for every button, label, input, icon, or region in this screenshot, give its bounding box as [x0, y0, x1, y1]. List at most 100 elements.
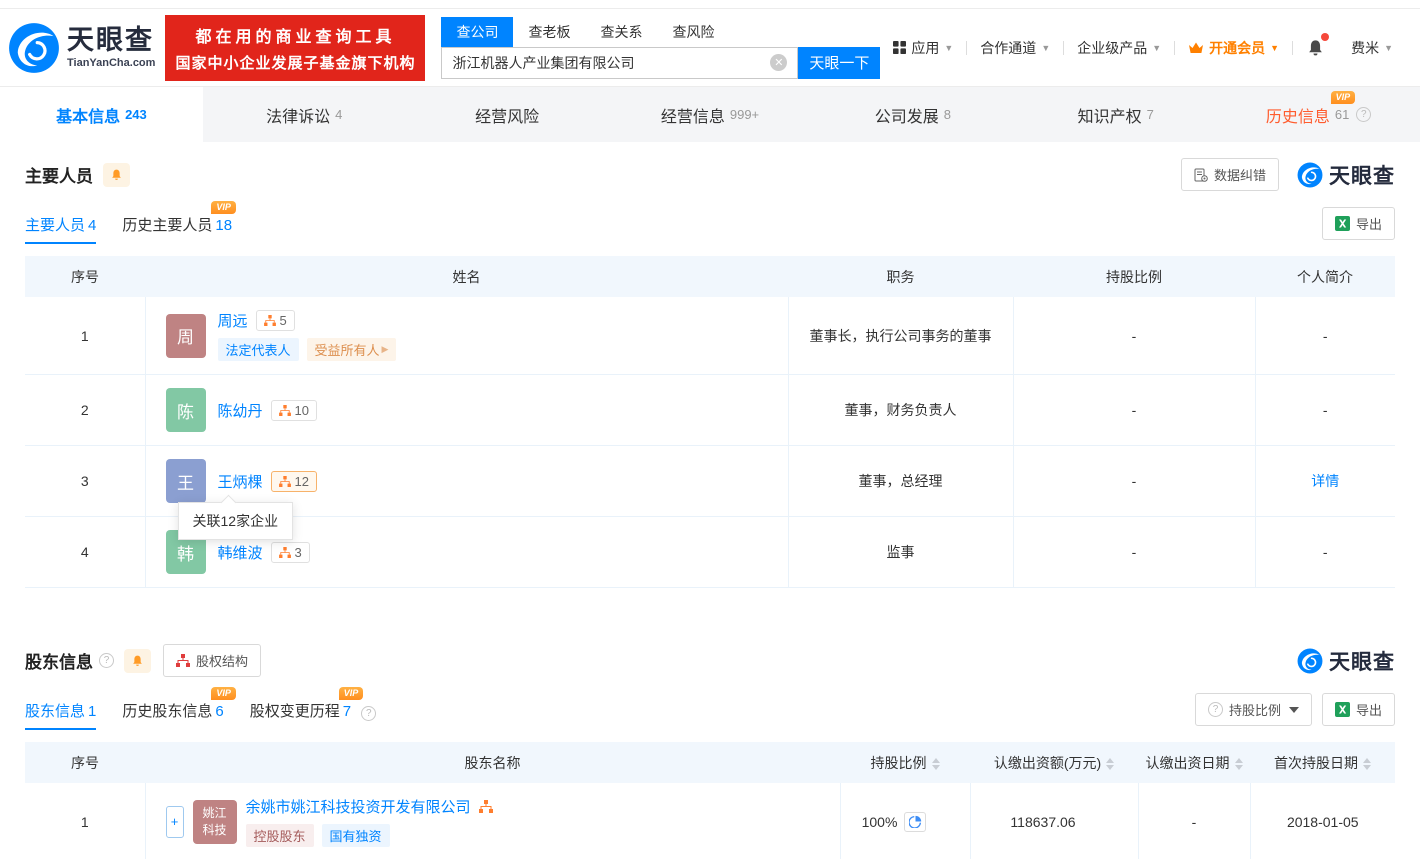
- avatar-line2: 科技: [202, 822, 227, 837]
- tab-label: 知识产权: [1077, 108, 1142, 126]
- search-tab-relation[interactable]: 查关系: [585, 17, 657, 47]
- help-icon[interactable]: ?: [99, 653, 114, 668]
- staff-subscribe-bell[interactable]: [103, 162, 130, 187]
- related-companies-badge[interactable]: 10: [270, 399, 317, 421]
- search-button[interactable]: 天眼一下: [798, 46, 881, 79]
- row-no: 2: [25, 374, 146, 446]
- col-name: 姓名: [145, 256, 788, 297]
- detail-link[interactable]: 详情: [1311, 473, 1339, 489]
- nav-enterprise[interactable]: 企业级产品 ▼: [1064, 38, 1174, 58]
- job-cell: 监事: [788, 516, 1014, 588]
- bell-icon: [1309, 40, 1322, 56]
- person-name-link[interactable]: 韩维波: [218, 542, 263, 563]
- tab-history-info[interactable]: VIP 历史信息 61 ?: [1217, 87, 1420, 142]
- nav-apps[interactable]: 应用 ▼: [880, 38, 966, 58]
- subtab-history-staff[interactable]: 历史主要人员 VIP 18: [122, 201, 236, 244]
- tab-label: 经营风险: [475, 108, 540, 126]
- top-nav: 应用 ▼ 合作通道 ▼ 企业级产品 ▼ 开通会员 ▼ 费米 ▼: [880, 33, 1406, 58]
- help-icon[interactable]: ?: [361, 706, 377, 721]
- search-input[interactable]: [442, 47, 798, 78]
- nav-partner[interactable]: 合作通道 ▼: [967, 38, 1063, 58]
- subtab-current-shareholders[interactable]: 股东信息 1: [25, 700, 97, 730]
- staff-title: 主要人员: [25, 167, 93, 186]
- nav-open-vip[interactable]: 开通会员 ▼: [1175, 38, 1292, 58]
- col-ratio-sortable[interactable]: 持股比例: [840, 742, 970, 783]
- search-tab-company[interactable]: 查公司: [441, 16, 514, 47]
- help-icon: ?: [1207, 702, 1223, 717]
- subtab-count: 4: [88, 217, 97, 234]
- search-tab-risk[interactable]: 查风险: [657, 17, 729, 47]
- equity-structure-icon[interactable]: [478, 800, 493, 813]
- data-correction-button[interactable]: 数据纠错: [1180, 158, 1279, 191]
- vip-badge: VIP: [338, 687, 364, 701]
- tab-label: 法律诉讼: [266, 108, 331, 126]
- shareholder-name-link[interactable]: 余姚市姚江科技投资开发有限公司: [246, 796, 471, 817]
- subtab-label: 历史股东信息: [122, 703, 213, 720]
- tab-company-development[interactable]: 公司发展 8: [811, 87, 1014, 142]
- tianyancha-logo[interactable]: 天眼查 TianYanCha.com: [8, 22, 155, 74]
- col-no: 序号: [25, 742, 145, 783]
- first-holding-date: 2018-01-05: [1250, 783, 1395, 859]
- company-avatar[interactable]: 姚江 科技: [192, 799, 237, 844]
- subtab-equity-change-history[interactable]: 股权变更历程 VIP 7 ?: [250, 687, 377, 730]
- tianyancha-swirl-icon: [9, 22, 59, 73]
- person-name-link[interactable]: 陈幼丹: [218, 400, 263, 421]
- col-subscribed-amount-sortable[interactable]: 认缴出资额(万元): [970, 742, 1138, 783]
- nav-apps-label: 应用: [911, 39, 940, 56]
- avatar-line1: 姚江: [202, 805, 227, 820]
- col-first-holding-date-sortable[interactable]: 首次持股日期: [1250, 742, 1395, 783]
- equity-structure-button[interactable]: 股权结构: [163, 644, 262, 677]
- beneficiary-tag[interactable]: 受益所有人 ▶: [306, 338, 397, 361]
- tab-operating-info[interactable]: 经营信息 999+: [609, 87, 812, 142]
- related-companies-badge[interactable]: 12: [270, 470, 317, 492]
- help-icon[interactable]: ?: [1356, 107, 1372, 122]
- col-profile: 个人简介: [1255, 256, 1395, 297]
- shareholder-export-button[interactable]: 导出: [1321, 693, 1395, 726]
- col-ratio: 持股比例: [1013, 256, 1255, 297]
- ratio-cell: -: [1013, 445, 1256, 517]
- person-name-link[interactable]: 周远: [218, 310, 248, 331]
- nav-user[interactable]: 费米 ▼: [1338, 38, 1406, 58]
- data-correction-icon: [1194, 168, 1208, 182]
- shareholder-subscribe-bell[interactable]: [124, 648, 151, 673]
- promo-line2: 国家中小企业发展子基金旗下机构: [175, 54, 416, 72]
- chevron-down-icon: ▼: [944, 42, 954, 53]
- related-company-icon: [263, 315, 276, 326]
- shareholder-title: 股东信息: [25, 653, 93, 672]
- subtab-count: VIP 6: [211, 687, 236, 720]
- table-row: 3 王 王炳棵 12 关联12家企业 董事，总经理 - 详情: [25, 445, 1395, 540]
- ratio-filter-button[interactable]: ? 持股比例: [1194, 693, 1312, 726]
- tab-basic-info[interactable]: 基本信息 243: [0, 87, 203, 142]
- related-companies-badge[interactable]: 3: [270, 541, 310, 563]
- col-subscribed-date-sortable[interactable]: 认缴出资日期: [1138, 742, 1250, 783]
- person-name-link[interactable]: 王炳棵: [218, 471, 263, 492]
- ratio-filter-label: 持股比例: [1228, 703, 1281, 718]
- tab-label: 基本信息: [56, 108, 121, 126]
- avatar[interactable]: 王: [165, 459, 206, 503]
- staff-sub-tabs: 主要人员 4 历史主要人员 VIP 18: [25, 201, 236, 244]
- subtab-history-shareholders[interactable]: 历史股东信息 VIP 6: [122, 687, 236, 730]
- tianyancha-swirl-icon: [1297, 648, 1323, 673]
- staff-export-button[interactable]: 导出: [1321, 207, 1395, 240]
- staff-table-header-row: 序号 姓名 职务 持股比例 个人简介: [25, 256, 1395, 297]
- avatar[interactable]: 周: [165, 313, 206, 358]
- avatar[interactable]: 陈: [165, 388, 206, 432]
- chevron-down-icon: [1288, 706, 1299, 713]
- tab-legal[interactable]: 法律诉讼 4: [203, 87, 406, 142]
- subtab-label: 主要人员: [25, 217, 86, 234]
- profile-cell: -: [1255, 374, 1395, 446]
- expand-button[interactable]: +: [165, 805, 184, 838]
- row-no: 1: [25, 297, 146, 375]
- pie-chart-icon[interactable]: [904, 811, 927, 832]
- excel-icon: [1334, 702, 1350, 717]
- tab-count: 61: [1334, 107, 1350, 122]
- tab-intellectual-property[interactable]: 知识产权 7: [1014, 87, 1217, 142]
- notification-bell[interactable]: [1293, 33, 1338, 57]
- subtab-current-staff[interactable]: 主要人员 4: [25, 214, 97, 244]
- tab-count: 999+: [729, 107, 760, 122]
- related-companies-tooltip: 关联12家企业: [177, 502, 294, 540]
- search-tab-boss[interactable]: 查老板: [513, 17, 585, 47]
- export-label: 导出: [1355, 217, 1382, 232]
- related-companies-badge[interactable]: 5: [255, 310, 295, 331]
- tab-operating-risk[interactable]: 经营风险: [406, 87, 609, 142]
